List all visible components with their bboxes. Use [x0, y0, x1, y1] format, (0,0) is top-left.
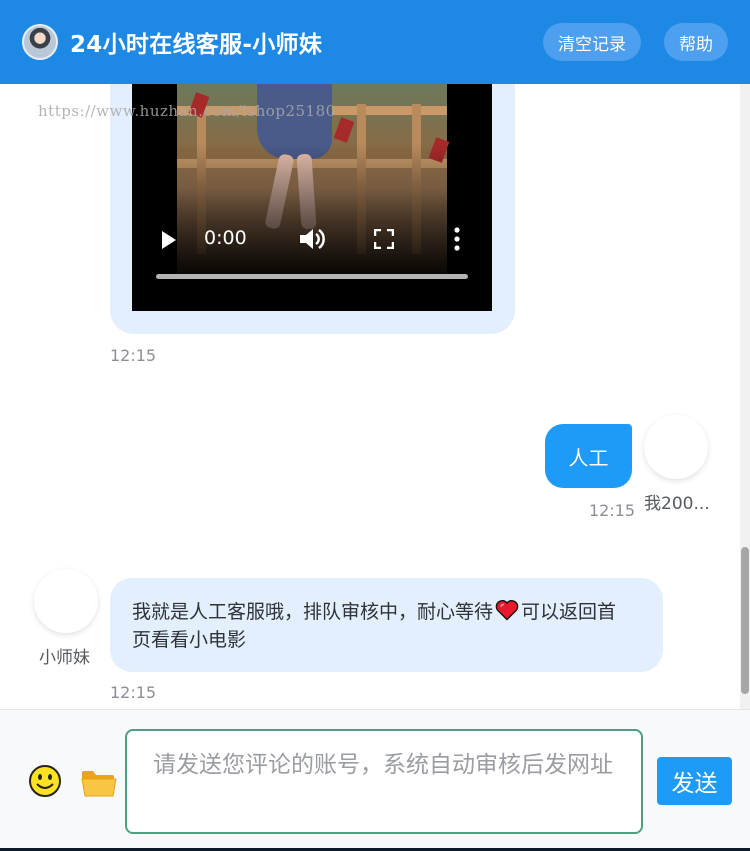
- agent-message-timestamp: 12:15: [110, 683, 157, 702]
- agent-name: 小师妹: [39, 648, 90, 668]
- agent-message-bubble: 我就是人工客服哦，排队审核中，耐心等待 可以返回首页看看小电影: [110, 578, 663, 672]
- input-bar: 发送: [0, 709, 750, 851]
- user-avatar: [644, 415, 708, 479]
- video-message-bubble: 0:00: [110, 84, 515, 334]
- clear-history-button[interactable]: 清空记录: [543, 23, 641, 61]
- user-message-timestamp: 12:15: [589, 501, 636, 520]
- video-time: 0:00: [204, 227, 247, 249]
- heart-icon: [495, 599, 519, 621]
- fullscreen-icon[interactable]: [374, 229, 394, 249]
- send-button[interactable]: 发送: [657, 757, 732, 805]
- more-options-icon[interactable]: [453, 227, 461, 251]
- chat-header: 24小时在线客服-小师妹 清空记录 帮助: [0, 0, 750, 84]
- chat-title: 24小时在线客服-小师妹: [70, 32, 323, 58]
- message-timestamp: 12:15: [110, 346, 157, 365]
- help-button[interactable]: 帮助: [664, 23, 728, 61]
- agent-avatar: [22, 24, 58, 60]
- scrollbar-thumb[interactable]: [741, 547, 749, 694]
- message-input[interactable]: [125, 729, 643, 834]
- chat-app: 24小时在线客服-小师妹 清空记录 帮助 https://www.huzhan.…: [0, 0, 750, 851]
- message-list[interactable]: https://www.huzhan.com/ishop25180 0:00 1…: [0, 84, 750, 709]
- play-icon[interactable]: [162, 231, 176, 249]
- user-message-bubble: 人工: [545, 424, 632, 488]
- video-progress-bar[interactable]: [156, 274, 468, 279]
- folder-icon[interactable]: [81, 768, 117, 798]
- smiley-face-icon[interactable]: [28, 764, 62, 798]
- user-name: 我200...: [644, 494, 710, 514]
- watermark-url: https://www.huzhan.com/ishop25180: [38, 102, 336, 120]
- agent-message-avatar: [34, 569, 98, 633]
- volume-icon[interactable]: [298, 226, 326, 252]
- flag-decoration: [333, 117, 355, 143]
- agent-message-text: 我就是人工客服哦，排队审核中，耐心等待: [132, 601, 494, 623]
